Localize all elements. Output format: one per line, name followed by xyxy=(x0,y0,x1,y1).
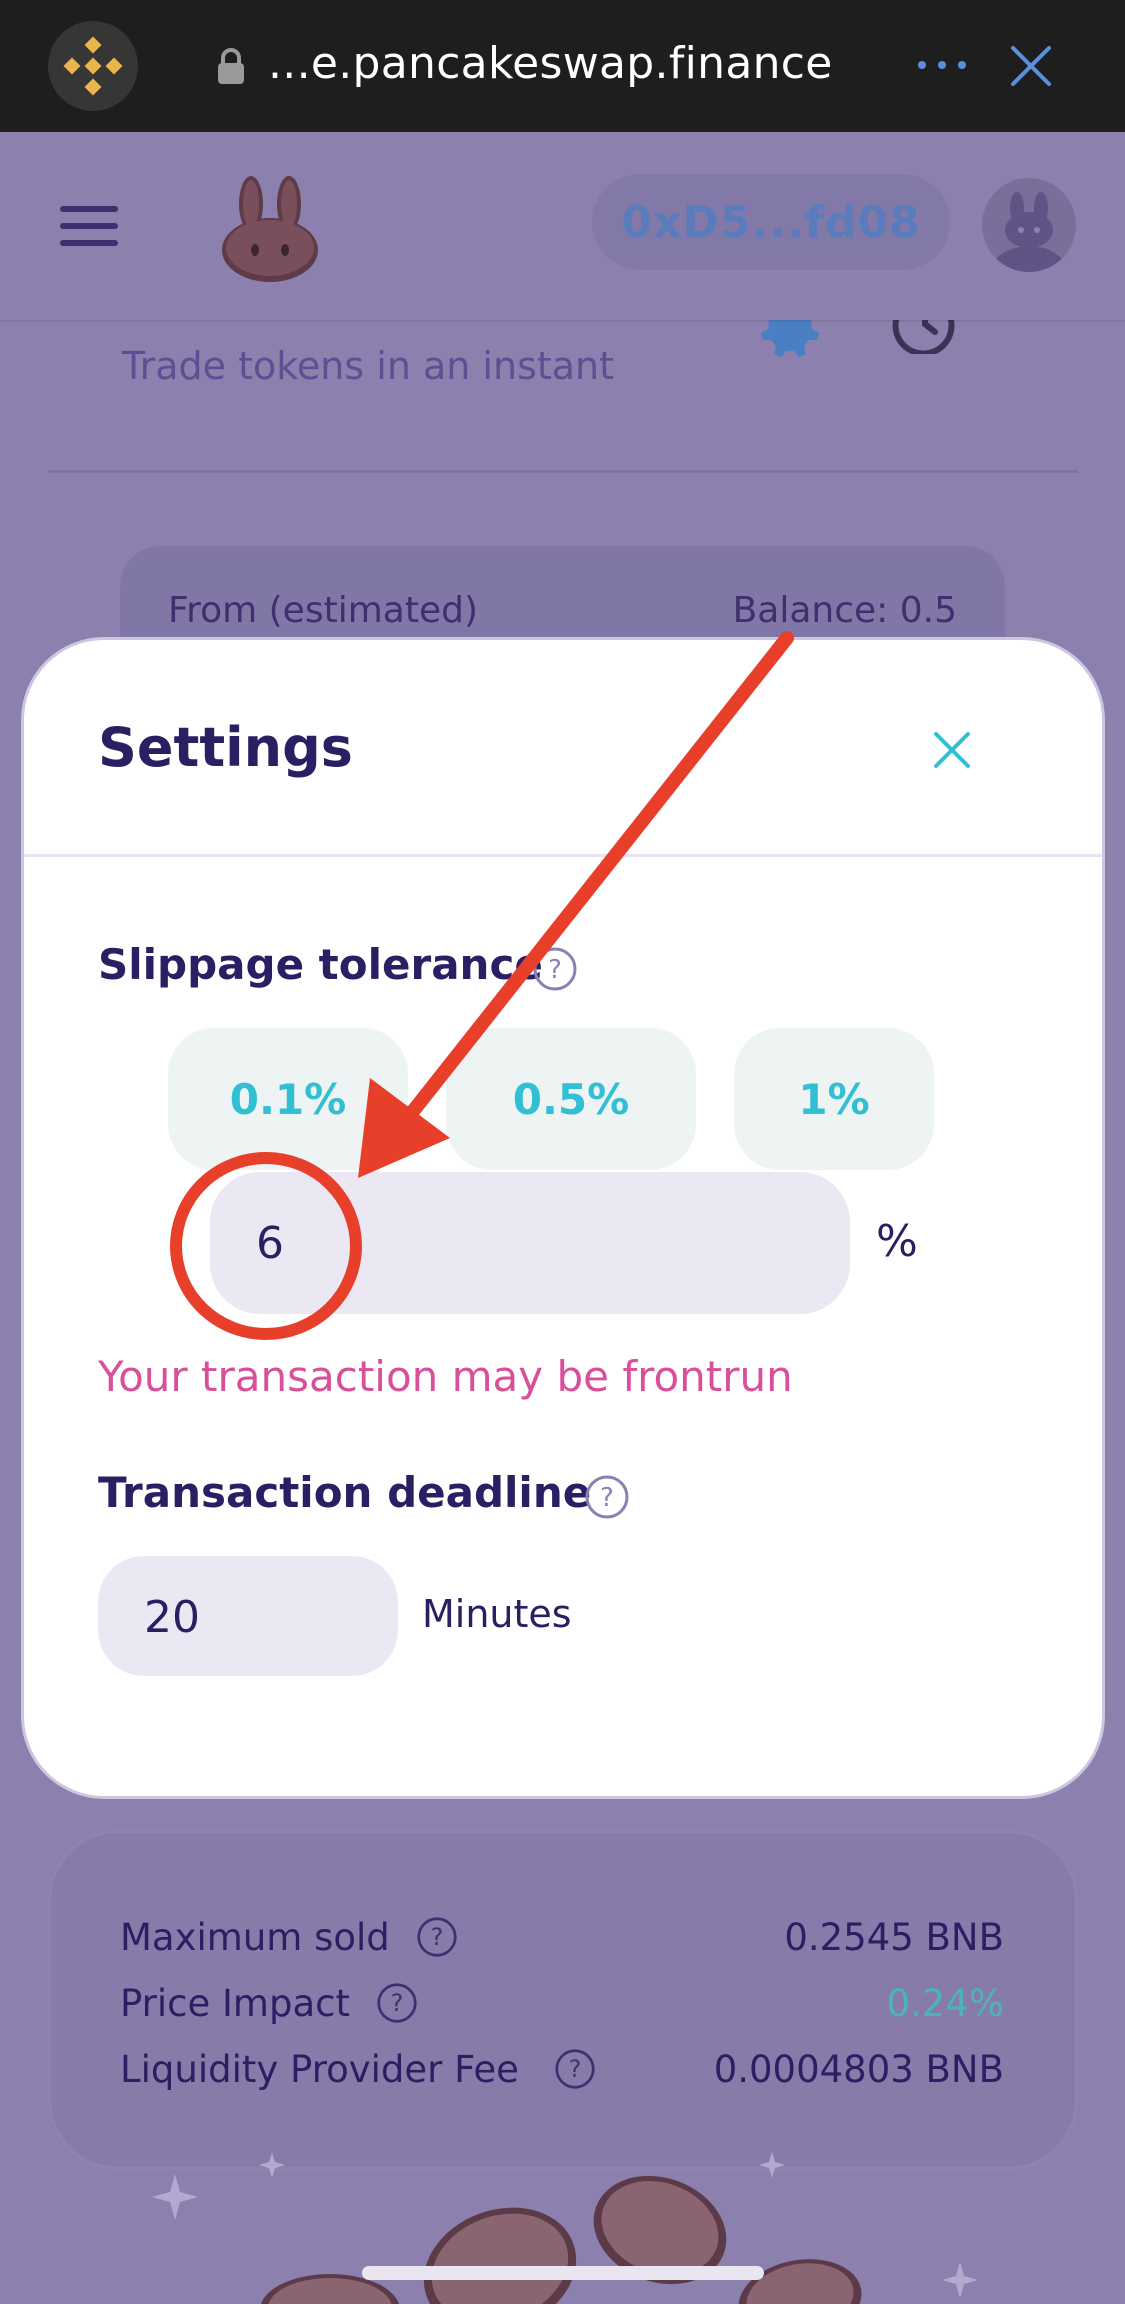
hamburger-menu-icon[interactable] xyxy=(60,204,118,248)
slippage-preset-0-5[interactable]: 0.5% xyxy=(446,1028,696,1170)
slippage-label: Slippage tolerance xyxy=(98,940,543,989)
app-header: 0xD5...fd08 xyxy=(0,132,1125,320)
svg-text:?: ? xyxy=(569,2055,582,2083)
balance-label: Balance: 0.5 xyxy=(732,590,957,631)
slippage-preset-1[interactable]: 1% xyxy=(734,1028,934,1170)
binance-wallet-icon[interactable] xyxy=(48,21,138,111)
pancake-icons xyxy=(260,2175,862,2304)
slippage-preset-0-1[interactable]: 0.1% xyxy=(168,1028,408,1170)
deadline-label: Transaction deadline xyxy=(98,1468,592,1517)
help-icon[interactable]: ? xyxy=(376,1982,418,2024)
modal-title: Settings xyxy=(98,716,353,779)
close-icon[interactable] xyxy=(932,730,972,770)
slippage-input[interactable] xyxy=(210,1172,850,1314)
deadline-input[interactable] xyxy=(98,1556,398,1676)
price-impact-value: 0.24% xyxy=(886,1982,1004,2025)
percent-sign: % xyxy=(876,1216,918,1267)
svg-text:?: ? xyxy=(600,1483,614,1513)
help-icon[interactable]: ? xyxy=(416,1916,458,1958)
lp-fee-label: Liquidity Provider Fee xyxy=(120,2048,519,2091)
svg-text:?: ? xyxy=(391,1989,404,2017)
maximum-sold-value: 0.2545 BNB xyxy=(784,1916,1004,1959)
swap-subtitle: Trade tokens in an instant xyxy=(122,344,615,388)
help-icon[interactable]: ? xyxy=(532,946,578,992)
wallet-address-button[interactable]: 0xD5...fd08 xyxy=(592,174,950,270)
deadline-input-value[interactable]: 20 xyxy=(144,1592,200,1643)
close-icon[interactable] xyxy=(1010,45,1052,87)
card-divider xyxy=(48,470,1078,473)
pancake-bunny-icon[interactable] xyxy=(218,172,322,284)
modal-divider xyxy=(24,854,1102,857)
lock-icon xyxy=(218,48,244,84)
help-icon[interactable]: ? xyxy=(584,1474,630,1520)
pancake-decoration xyxy=(152,2152,978,2304)
maximum-sold-label: Maximum sold xyxy=(120,1916,390,1959)
from-label: From (estimated) xyxy=(168,590,478,631)
frontrun-warning: Your transaction may be frontrun xyxy=(98,1352,793,1401)
svg-text:?: ? xyxy=(548,955,562,985)
home-indicator[interactable] xyxy=(362,2266,764,2280)
browser-bar: ...e.pancakeswap.finance xyxy=(0,0,1125,132)
slippage-input-value[interactable]: 6 xyxy=(256,1218,284,1269)
settings-modal: Settings Slippage tolerance ? 0.1% 0.5% … xyxy=(24,640,1102,1796)
bunny-avatar-icon[interactable] xyxy=(982,178,1076,272)
svg-text:?: ? xyxy=(431,1923,444,1951)
deadline-unit: Minutes xyxy=(422,1592,572,1636)
lp-fee-value: 0.0004803 BNB xyxy=(713,2048,1004,2091)
url-text[interactable]: ...e.pancakeswap.finance xyxy=(268,38,833,89)
help-icon[interactable]: ? xyxy=(554,2048,596,2090)
more-dots-icon[interactable] xyxy=(914,52,970,78)
price-impact-label: Price Impact xyxy=(120,1982,350,2025)
